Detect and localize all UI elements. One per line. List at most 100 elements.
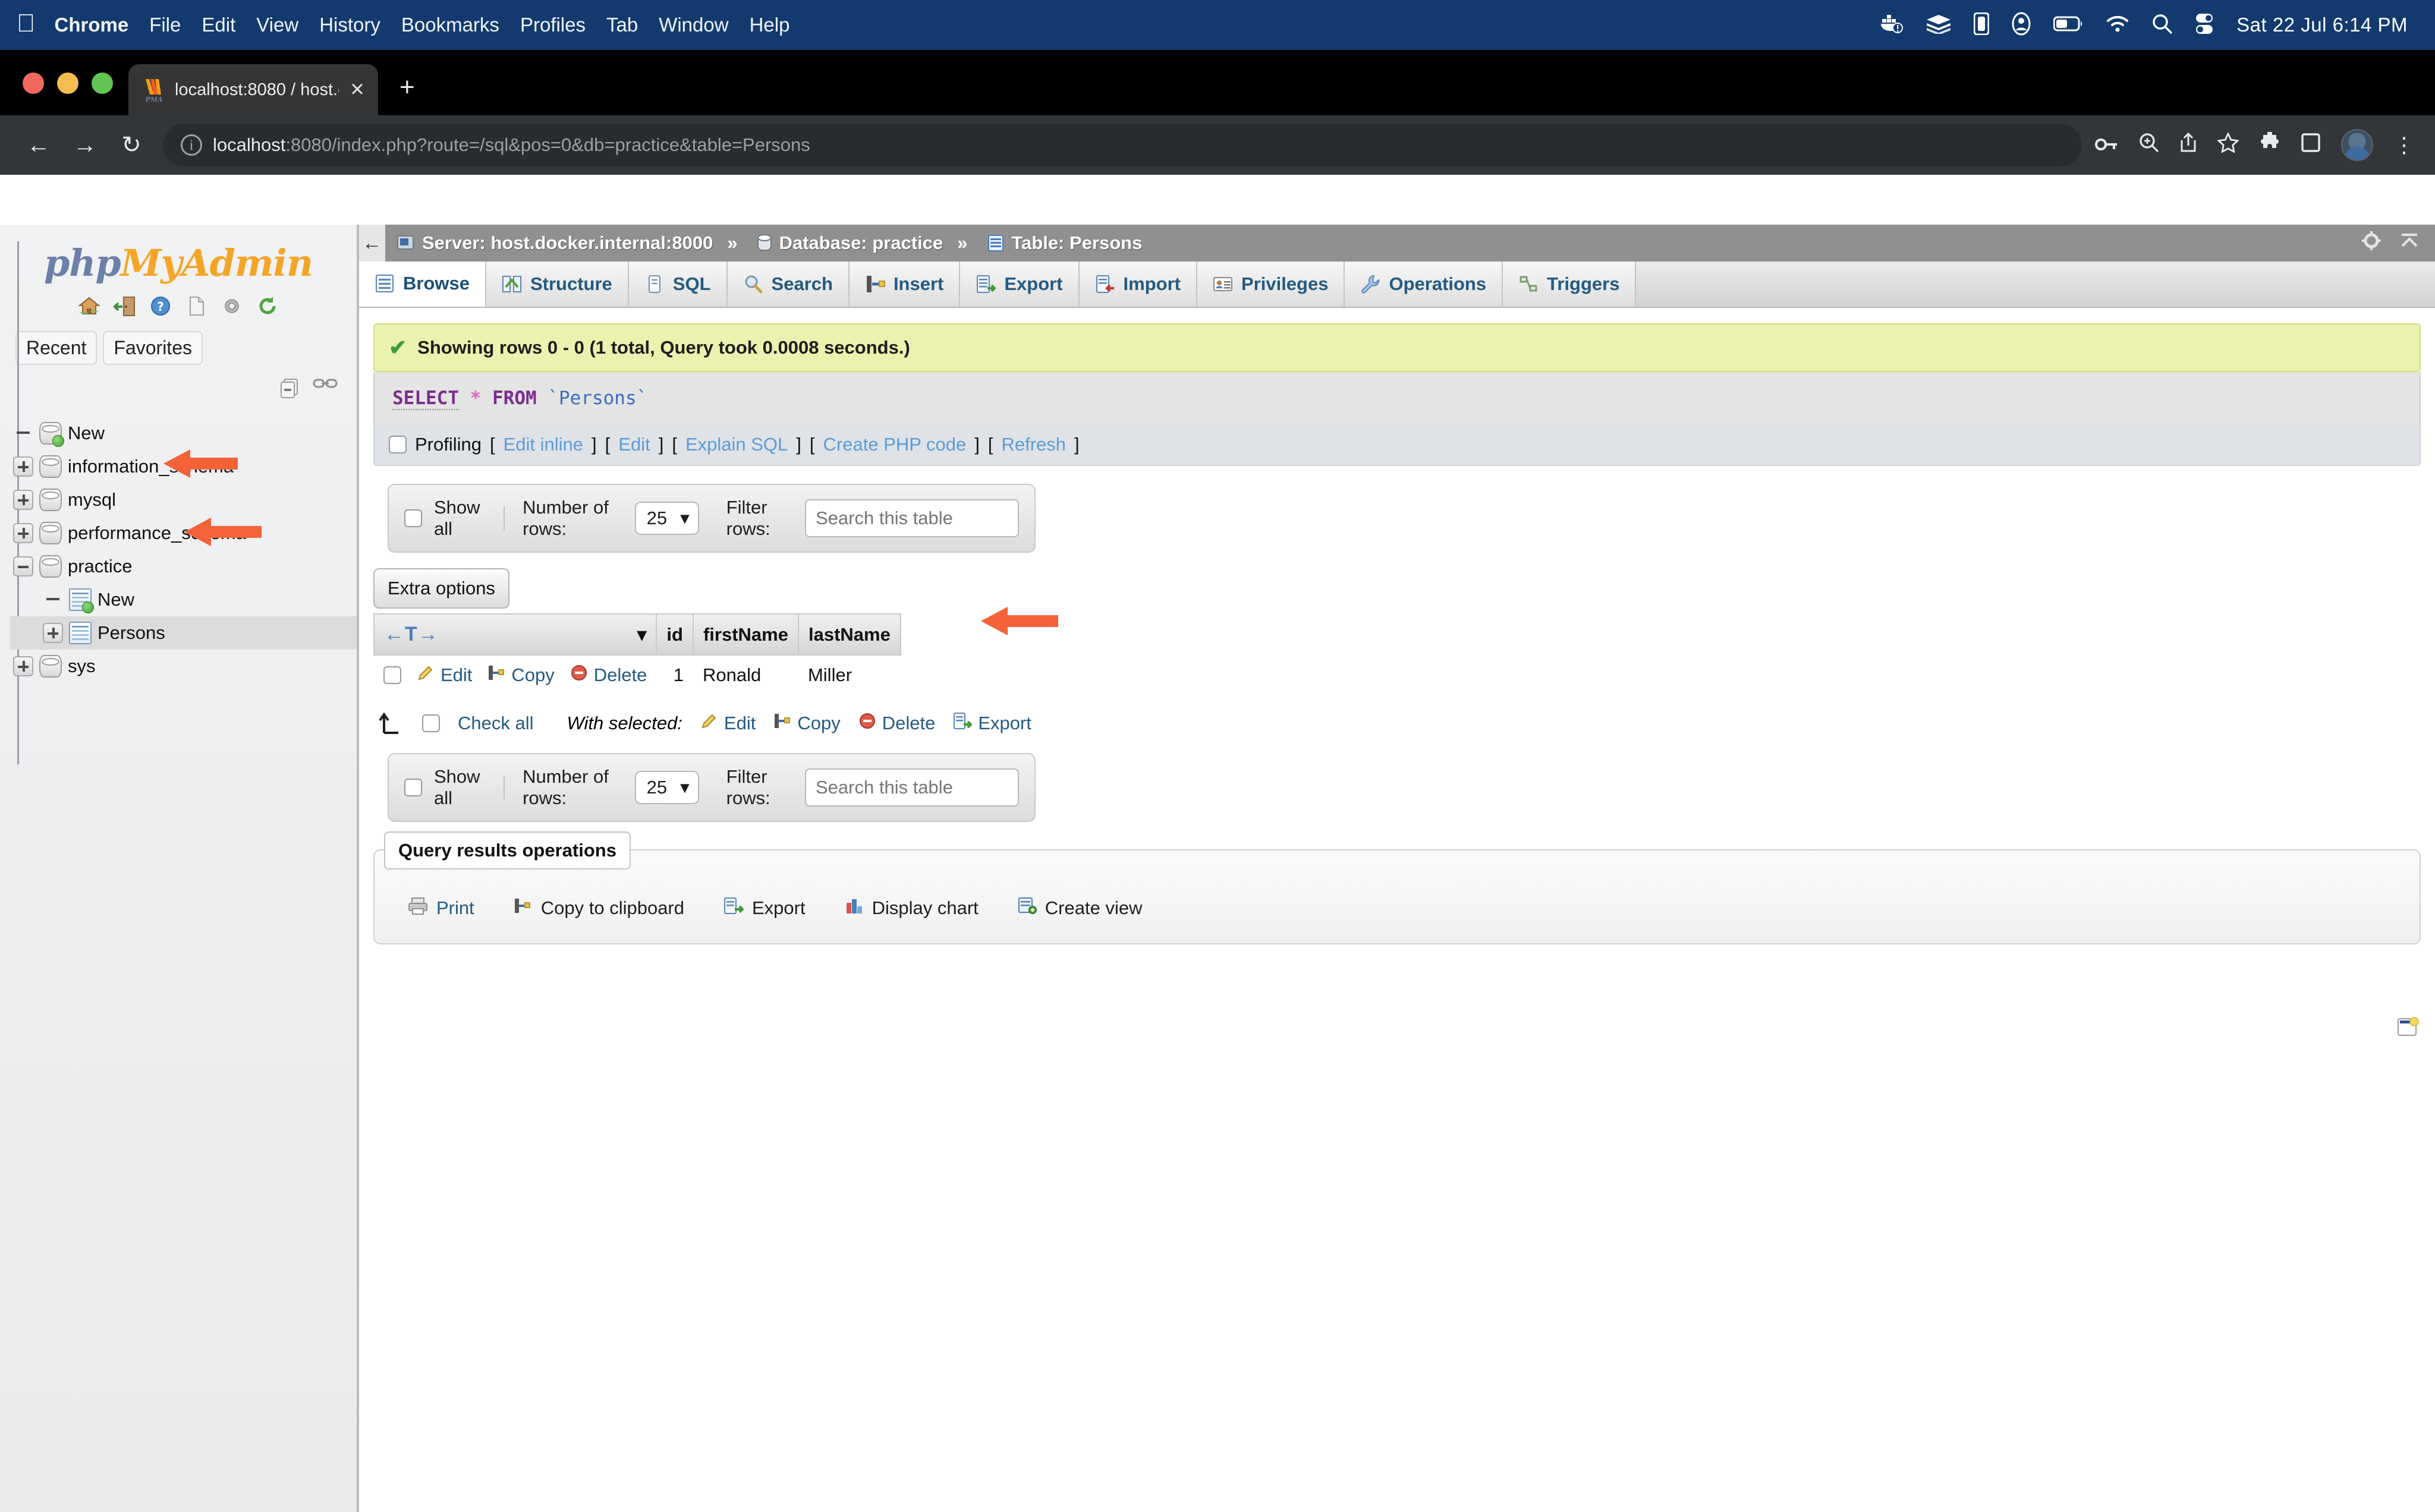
tree-item-sys[interactable]: sys <box>10 650 357 683</box>
column-header-id[interactable]: id <box>656 613 694 656</box>
breadcrumb-database[interactable]: Database: practice <box>746 232 949 254</box>
sort-column-header[interactable]: ←T→ ▾ <box>373 613 657 656</box>
link-edit-inline[interactable]: Edit inline <box>504 434 583 455</box>
zoom-icon[interactable] <box>2139 133 2159 158</box>
check-all-label[interactable]: Check all <box>458 713 534 734</box>
info-circle-icon[interactable]: i <box>181 134 202 156</box>
menu-file[interactable]: File <box>149 14 181 36</box>
menu-edit[interactable]: Edit <box>202 14 235 36</box>
menu-view[interactable]: View <box>256 14 298 36</box>
spotlight-search-icon[interactable] <box>2152 14 2172 37</box>
forward-arrow-icon[interactable]: → <box>62 132 108 159</box>
tab-export[interactable]: Export <box>960 262 1080 307</box>
wifi-icon[interactable] <box>2106 14 2129 36</box>
share-icon[interactable] <box>2179 132 2197 159</box>
link-refresh[interactable]: Refresh <box>1001 434 1066 455</box>
tree-item-performance-schema[interactable]: performance_schema <box>10 516 357 550</box>
show-all-checkbox-bottom[interactable] <box>404 779 422 796</box>
copy-to-clipboard-button[interactable]: Copy to clipboard <box>498 887 700 929</box>
menu-profiles[interactable]: Profiles <box>520 14 586 36</box>
check-all-checkbox[interactable] <box>422 714 440 732</box>
tree-item-practice[interactable]: practice <box>10 550 357 583</box>
filter-rows-input-bottom[interactable] <box>805 768 1019 807</box>
breadcrumb-table[interactable]: Table: Persons <box>976 232 1149 254</box>
chevron-down-icon[interactable]: ▾ <box>637 624 647 645</box>
with-selected-edit[interactable]: Edit <box>700 712 756 735</box>
with-selected-copy[interactable]: Copy <box>773 712 841 735</box>
print-button[interactable]: Print <box>392 887 490 929</box>
menu-help[interactable]: Help <box>750 14 790 36</box>
phpmyadmin-logo[interactable]: phpMyAdmin <box>0 228 357 289</box>
tab-browse[interactable]: Browse <box>359 262 486 307</box>
close-window-button[interactable] <box>23 73 44 94</box>
menu-history[interactable]: History <box>319 14 380 36</box>
new-tab-button[interactable]: + <box>399 73 415 115</box>
settings-gear-icon[interactable] <box>2361 231 2381 256</box>
sidebar-tab-recent[interactable]: Recent <box>15 331 97 365</box>
user-account-icon[interactable] <box>2012 12 2031 39</box>
home-icon[interactable] <box>77 294 101 318</box>
tree-item-new-table[interactable]: New <box>10 583 357 616</box>
tree-item-mysql[interactable]: mysql <box>10 483 357 516</box>
maximize-window-button[interactable] <box>92 73 113 94</box>
filter-rows-input-top[interactable] <box>805 499 1019 537</box>
close-icon[interactable]: ✕ <box>347 79 367 100</box>
number-of-rows-select-top[interactable]: 25 ▾ <box>634 502 699 535</box>
back-arrow-icon[interactable]: ← <box>15 132 62 159</box>
side-panel-icon[interactable] <box>2301 133 2321 158</box>
tab-insert[interactable]: Insert <box>849 262 961 307</box>
docs-icon[interactable]: ? <box>149 294 172 318</box>
bookmark-star-icon[interactable] <box>2216 131 2240 158</box>
row-edit-button[interactable]: Edit <box>417 664 472 686</box>
tab-search[interactable]: Search <box>727 262 850 307</box>
column-header-firstname[interactable]: firstName <box>692 613 799 656</box>
row-delete-button[interactable]: Delete <box>570 664 647 686</box>
link-edit[interactable]: Edit <box>618 434 650 455</box>
sidebar-tab-favorites[interactable]: Favorites <box>103 331 203 365</box>
link-with-main-panel-icon[interactable] <box>313 376 338 402</box>
password-key-icon[interactable] <box>2095 133 2119 158</box>
control-center-icon[interactable] <box>2195 12 2214 38</box>
apple-logo-icon[interactable]:  <box>17 11 36 36</box>
tree-expander-plus-icon[interactable] <box>43 623 63 643</box>
browser-tab[interactable]: PMA localhost:8080 / host.docker.in ✕ <box>128 64 378 115</box>
menu-bookmarks[interactable]: Bookmarks <box>401 14 499 36</box>
menu-tab[interactable]: Tab <box>606 14 638 36</box>
menu-chrome[interactable]: Chrome <box>55 14 129 36</box>
profile-avatar-icon[interactable] <box>2341 129 2373 161</box>
tree-item-persons[interactable]: Persons <box>10 616 357 650</box>
with-selected-export[interactable]: Export <box>953 712 1031 735</box>
profiling-checkbox[interactable] <box>389 436 407 453</box>
tab-operations[interactable]: Operations <box>1345 262 1503 307</box>
minimize-window-button[interactable] <box>57 73 78 94</box>
tree-expander-minus-icon[interactable] <box>13 556 33 577</box>
table-row[interactable]: Edit Copy Delete 1 Ronald Miller <box>374 655 901 695</box>
sort-order-icon[interactable]: ←T→ <box>384 623 439 646</box>
row-copy-button[interactable]: Copy <box>487 664 555 686</box>
battery-icon[interactable] <box>2053 15 2083 35</box>
collapse-navbar-icon[interactable] <box>2399 232 2420 254</box>
executed-sql-query[interactable]: SELECT * FROM `Persons` <box>373 372 2421 424</box>
tree-item-new-database[interactable]: New <box>10 417 357 450</box>
display-icon[interactable] <box>1973 12 1990 38</box>
tab-import[interactable]: Import <box>1079 262 1197 307</box>
with-selected-delete[interactable]: Delete <box>858 712 935 735</box>
back-arrow-icon[interactable]: ← <box>359 225 385 262</box>
export-button[interactable]: Export <box>708 887 821 929</box>
extra-options-button[interactable]: Extra options <box>373 568 509 609</box>
row-select-checkbox[interactable] <box>383 666 401 684</box>
reload-icon[interactable]: ↻ <box>108 131 155 159</box>
help-question-icon[interactable] <box>184 294 208 318</box>
docker-icon[interactable] <box>1880 13 1904 37</box>
address-bar[interactable]: i localhost:8080/index.php?route=/sql&po… <box>163 124 2082 166</box>
number-of-rows-select-bottom[interactable]: 25 ▾ <box>634 771 699 804</box>
menubar-clock[interactable]: Sat 22 Jul 6:14 PM <box>2236 14 2408 36</box>
tab-sql[interactable]: SQL <box>628 262 728 307</box>
tree-expander-plus-icon[interactable] <box>13 456 33 477</box>
tree-item-information-schema[interactable]: information_schema <box>10 450 357 483</box>
show-all-checkbox-top[interactable] <box>404 509 422 527</box>
collapse-all-icon[interactable] <box>278 376 302 402</box>
tree-expander-plus-icon[interactable] <box>13 523 33 543</box>
settings-gear-icon[interactable] <box>220 294 244 318</box>
breadcrumb-server[interactable]: Server: host.docker.internal:8000 <box>385 232 719 254</box>
